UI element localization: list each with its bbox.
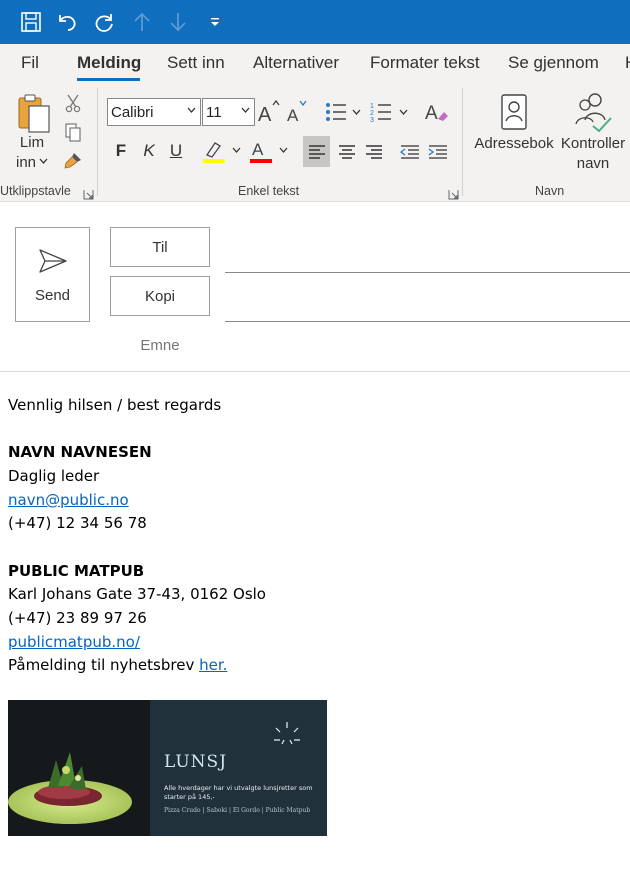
company-address: Karl Johans Gate 37-43, 0162 Oslo <box>8 585 266 603</box>
company-name: PUBLIC MATPUB <box>8 562 145 580</box>
check-names-label[interactable]: Kontroller <box>557 135 629 152</box>
align-center-icon[interactable] <box>333 136 360 167</box>
cc-input[interactable] <box>225 321 630 322</box>
shrink-font-icon[interactable]: A <box>286 98 308 126</box>
svg-text:A: A <box>287 106 299 125</box>
increase-indent-icon[interactable] <box>424 136 451 167</box>
ribbon: Lim inn Utklippstavle Calibri 11 A A 123… <box>0 84 630 202</box>
active-tab-indicator <box>77 78 140 81</box>
newsletter-line: Påmelding til nyhetsbrev her. <box>8 656 227 674</box>
basic-text-launcher-icon[interactable] <box>448 187 459 200</box>
food-photo <box>8 700 150 836</box>
undo-icon[interactable] <box>55 10 79 34</box>
svg-text:3: 3 <box>370 117 374 124</box>
to-input[interactable] <box>225 272 630 273</box>
numbering-icon[interactable]: 123 <box>370 98 410 126</box>
signature-phone: (+47) 12 34 56 78 <box>8 514 147 532</box>
sunburst-logo-icon <box>274 722 300 745</box>
address-book-label[interactable]: Adressebok <box>474 135 554 152</box>
svg-text:A: A <box>425 103 438 124</box>
copy-icon[interactable] <box>63 121 83 143</box>
grow-font-icon[interactable]: A <box>258 98 280 126</box>
paste-label-2[interactable]: inn <box>14 154 38 171</box>
redo-icon[interactable] <box>92 10 116 34</box>
cut-icon[interactable] <box>63 92 83 114</box>
subject-label: Emne <box>140 337 180 354</box>
check-names-label-2[interactable]: navn <box>557 155 629 172</box>
italic-button[interactable]: K <box>139 138 159 164</box>
paste-label[interactable]: Lim <box>17 134 47 151</box>
save-icon[interactable] <box>19 10 43 34</box>
cc-button[interactable]: Kopi <box>110 276 210 316</box>
website-link[interactable]: publicmatpub.no/ <box>8 633 140 651</box>
decrease-indent-icon[interactable] <box>396 136 423 167</box>
tab-se-gjennom[interactable]: Se gjennom <box>508 53 599 73</box>
align-right-icon[interactable] <box>360 136 387 167</box>
font-size-select[interactable]: 11 <box>202 98 255 126</box>
align-left-icon[interactable] <box>303 136 330 167</box>
font-size-value: 11 <box>206 103 222 121</box>
clipboard-group-label: Utklippstavle <box>0 184 71 198</box>
font-name-select[interactable]: Calibri <box>107 98 201 126</box>
send-label: Send <box>34 287 71 304</box>
clipboard-launcher-icon[interactable] <box>83 187 94 200</box>
separator <box>97 88 98 196</box>
highlight-icon[interactable] <box>201 137 245 165</box>
chevron-down-icon[interactable] <box>38 156 48 166</box>
banner-description: Alle hverdager har vi utvalgte lunsjrett… <box>164 784 313 801</box>
greeting-text: Vennlig hilsen / best regards <box>8 396 222 414</box>
tab-fil[interactable]: Fil <box>21 53 39 73</box>
bullets-icon[interactable] <box>324 98 362 126</box>
svg-text:A: A <box>258 104 272 125</box>
svg-text:2: 2 <box>370 110 374 117</box>
tab-melding[interactable]: Melding <box>77 53 141 73</box>
address-book-icon[interactable] <box>499 92 529 132</box>
tab-sett-inn[interactable]: Sett inn <box>167 53 225 73</box>
arrow-up-icon[interactable] <box>130 10 154 34</box>
banner-title: LUNSJ <box>164 752 228 772</box>
tab-hjelp[interactable]: H <box>625 53 630 73</box>
format-painter-icon[interactable] <box>62 150 84 172</box>
check-names-icon[interactable] <box>573 90 613 134</box>
send-icon <box>39 249 67 273</box>
underline-button[interactable]: U <box>166 138 186 164</box>
font-name-value: Calibri <box>111 103 154 121</box>
lunch-banner-image: LUNSJ Alle hverdager har vi utvalgte lun… <box>8 700 327 836</box>
basic-text-group-label: Enkel tekst <box>238 184 300 198</box>
font-color-icon[interactable]: A <box>248 137 292 165</box>
customize-toolbar-icon[interactable] <box>203 10 227 34</box>
tab-formater-tekst[interactable]: Formater tekst <box>370 53 480 73</box>
clear-formatting-icon[interactable]: A <box>424 98 450 126</box>
paste-icon[interactable] <box>16 92 54 136</box>
separator <box>462 88 463 196</box>
to-button[interactable]: Til <box>110 227 210 267</box>
title-bar <box>0 0 630 44</box>
newsletter-text: Påmelding til nyhetsbrev <box>8 656 200 674</box>
tab-alternativer[interactable]: Alternativer <box>253 53 339 73</box>
header-divider <box>0 371 630 372</box>
svg-text:1: 1 <box>370 103 374 110</box>
signature-name: NAVN NAVNESEN <box>8 443 152 461</box>
signature-role: Daglig leder <box>8 467 100 485</box>
svg-text:A: A <box>252 140 264 159</box>
banner-text-panel: LUNSJ Alle hverdager har vi utvalgte lun… <box>150 700 327 836</box>
newsletter-link[interactable]: her. <box>199 656 227 674</box>
arrow-down-icon[interactable] <box>166 10 190 34</box>
company-phone: (+47) 23 89 97 26 <box>8 609 147 627</box>
email-link[interactable]: navn@public.no <box>8 491 129 509</box>
banner-footer: Pizza Crudo | Saboki | El Gordo | Public… <box>164 807 311 814</box>
send-button[interactable]: Send <box>15 227 90 322</box>
bold-button[interactable]: F <box>111 138 131 164</box>
names-group-label: Navn <box>535 184 565 198</box>
